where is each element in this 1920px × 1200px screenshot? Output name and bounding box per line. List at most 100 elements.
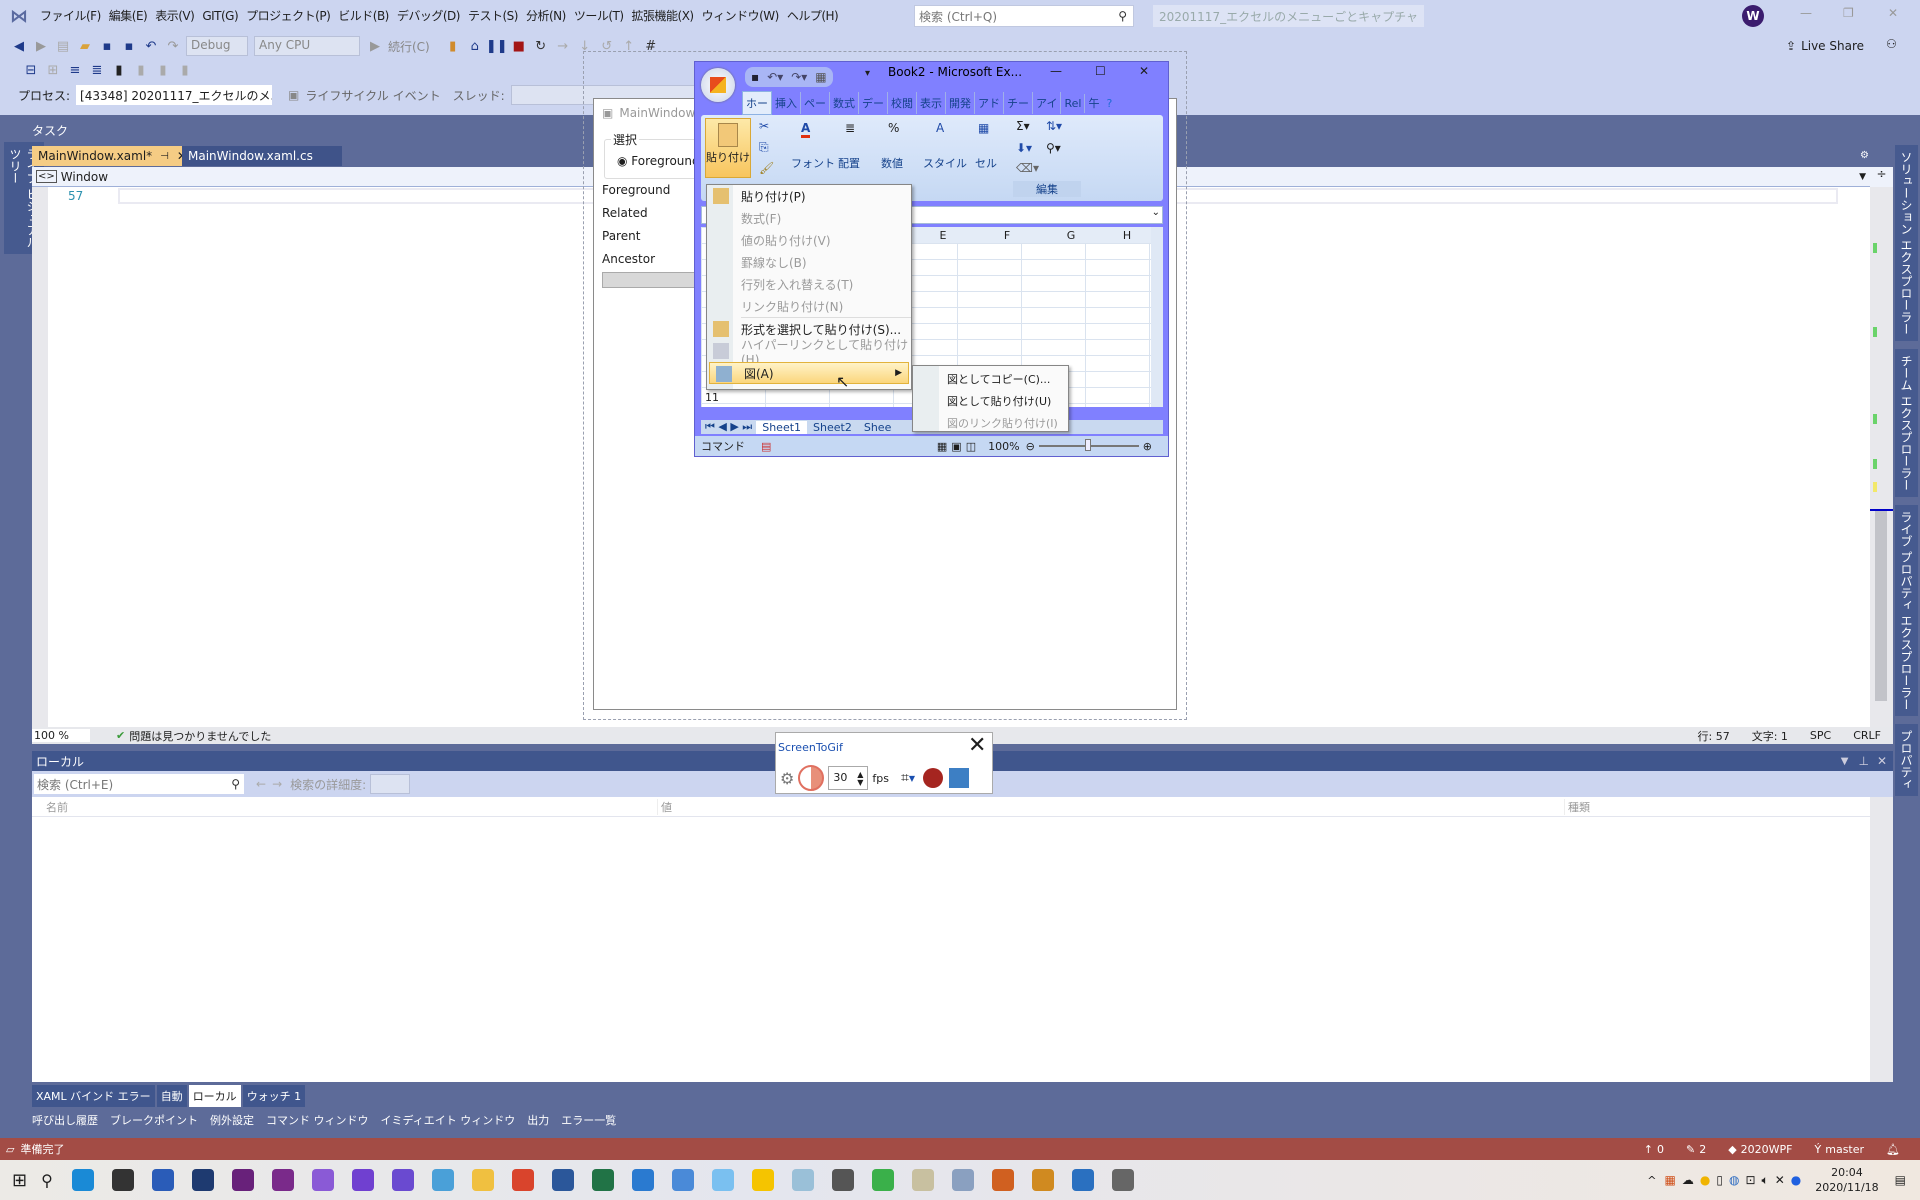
new-project-icon[interactable]: ▤ bbox=[54, 37, 72, 55]
taskbar-app-green-ring-icon[interactable] bbox=[871, 1169, 894, 1191]
step-over-icon[interactable]: → bbox=[554, 37, 572, 55]
ribbon-tab-home[interactable]: ホー bbox=[742, 91, 772, 115]
menu-item-no-borders[interactable]: 罫線なし(B) bbox=[707, 251, 911, 273]
find-select-icon[interactable]: ⚲▾ bbox=[1046, 141, 1061, 155]
tab-watch-1[interactable]: ウォッチ 1 bbox=[242, 1085, 306, 1107]
menu-analyze[interactable]: 分析(N) bbox=[526, 7, 566, 24]
menu-item-transpose[interactable]: 行列を入れ替える(T) bbox=[707, 273, 911, 295]
repo-name[interactable]: 2020WPF bbox=[1741, 1143, 1793, 1156]
calculator-icon[interactable]: ▦ bbox=[815, 70, 826, 84]
taskbar-app-window-icon[interactable] bbox=[711, 1169, 734, 1191]
format-painter-icon[interactable]: 🖌︎ bbox=[759, 161, 774, 175]
chevron-down-icon[interactable]: ▼ bbox=[1859, 172, 1866, 182]
office-button[interactable] bbox=[701, 68, 735, 102]
ribbon-tab-insert[interactable]: 挿入 bbox=[772, 92, 801, 114]
ribbon-tab-acrobat[interactable]: アイ bbox=[1033, 92, 1062, 114]
row-header-11[interactable]: 11 bbox=[705, 391, 719, 404]
notification-center-icon[interactable]: ▤ bbox=[1895, 1173, 1906, 1187]
taskbar-app-chrome-icon[interactable] bbox=[511, 1169, 534, 1191]
taskbar-app-panel-icon[interactable] bbox=[1071, 1169, 1094, 1191]
page-break-icon[interactable]: ◫ bbox=[966, 440, 976, 453]
autosum-icon[interactable]: Σ▾ bbox=[1016, 119, 1030, 133]
save-icon[interactable]: ▪ bbox=[98, 37, 116, 55]
indent-icon[interactable]: ⊞ bbox=[44, 61, 62, 79]
solution-explorer-tab[interactable]: ソリューション エクスプローラー bbox=[1895, 145, 1918, 341]
ribbon-tab-developer[interactable]: 開発 bbox=[946, 92, 975, 114]
output-tab[interactable]: 出力 bbox=[527, 1112, 549, 1128]
ribbon-tab-rel[interactable]: Rel bbox=[1061, 93, 1086, 113]
taskbar-app-control-icon[interactable] bbox=[431, 1169, 454, 1191]
tab-mainwindow-xaml[interactable]: MainWindow.xaml* ⊣ ✕ bbox=[32, 146, 187, 166]
cut-icon[interactable]: ✂ bbox=[759, 119, 769, 133]
menu-extensions[interactable]: 拡張機能(X) bbox=[632, 7, 695, 24]
menu-tools[interactable]: ツール(T) bbox=[574, 7, 624, 24]
close-button[interactable]: ✕ bbox=[1888, 6, 1898, 20]
styles-group-button[interactable]: スタイル bbox=[923, 155, 967, 171]
sheet-tab-3[interactable]: Shee bbox=[858, 421, 898, 434]
search-depth-select[interactable] bbox=[370, 774, 411, 794]
issues-status[interactable]: 問題は見つかりませんでした bbox=[129, 728, 271, 744]
taskbar-app-explorer-icon[interactable] bbox=[471, 1169, 494, 1191]
continue-button[interactable]: 続行(C) bbox=[388, 38, 430, 55]
feedback-icon[interactable]: ⚇ bbox=[1886, 37, 1897, 51]
uncomment-icon[interactable]: ≣ bbox=[88, 61, 106, 79]
locals-search[interactable]: 検索 (Ctrl+E) ⚲ bbox=[34, 774, 244, 794]
excel-maximize-button[interactable]: ☐ bbox=[1095, 64, 1106, 78]
search-icon[interactable]: ⚲ bbox=[41, 1171, 53, 1190]
menu-help[interactable]: ヘルプ(H) bbox=[787, 7, 839, 24]
taskbar-app-search-file-icon[interactable] bbox=[1031, 1169, 1054, 1191]
menu-window[interactable]: ウィンドウ(W) bbox=[702, 7, 780, 24]
ime-icon[interactable]: ✕ bbox=[1775, 1173, 1785, 1187]
taskbar-app-vs-icon[interactable] bbox=[231, 1169, 254, 1191]
tray-yellow-icon[interactable]: ● bbox=[1700, 1173, 1710, 1187]
exception-settings-tab[interactable]: 例外設定 bbox=[210, 1112, 254, 1128]
ribbon-tab-team[interactable]: チー bbox=[1004, 92, 1033, 114]
locals-grid[interactable]: 名前 値 種類 bbox=[32, 797, 1870, 1082]
arrow-left-icon[interactable]: ← bbox=[256, 777, 266, 791]
ribbon-tab-more[interactable]: 午 bbox=[1085, 92, 1102, 114]
ribbon-tab-review[interactable]: 校閲 bbox=[888, 92, 917, 114]
sheet-tab-2[interactable]: Sheet2 bbox=[807, 421, 858, 434]
tab-locals[interactable]: ローカル bbox=[188, 1085, 241, 1107]
menu-item-paste-as-picture[interactable]: 図として貼り付け(U) bbox=[913, 390, 1068, 412]
customize-qat-icon[interactable]: ▾ bbox=[865, 68, 870, 79]
properties-tab[interactable]: プロパティ bbox=[1895, 724, 1918, 797]
zoom-slider[interactable] bbox=[1038, 439, 1139, 451]
call-stack-tab[interactable]: 呼び出し履歴 bbox=[32, 1112, 98, 1128]
breadcrumb[interactable]: Window bbox=[61, 170, 108, 184]
save-all-icon[interactable]: ▪ bbox=[120, 37, 138, 55]
ribbon-tab-formulas[interactable]: 数式 bbox=[830, 92, 859, 114]
chevron-down-icon[interactable]: ▼ bbox=[909, 774, 915, 783]
menu-debug[interactable]: デバッグ(D) bbox=[397, 7, 461, 24]
record-button[interactable] bbox=[922, 768, 943, 788]
onedrive-icon[interactable]: ☁ bbox=[1682, 1173, 1694, 1187]
taskbar-app-notepad-icon[interactable] bbox=[911, 1169, 934, 1191]
redo-icon[interactable]: ↷ bbox=[164, 37, 182, 55]
menu-git[interactable]: GIT(G) bbox=[202, 9, 238, 23]
excel-vertical-scrollbar[interactable] bbox=[1151, 227, 1163, 407]
breakpoints-tab[interactable]: ブレークポイント bbox=[110, 1112, 198, 1128]
team-explorer-tab[interactable]: チーム エクスプローラー bbox=[1895, 348, 1918, 497]
taskbar-app-globe-icon[interactable] bbox=[631, 1169, 654, 1191]
tray-chevron-icon[interactable]: ^ bbox=[1647, 1174, 1656, 1187]
taskbar-app-word-icon[interactable] bbox=[551, 1169, 574, 1191]
sort-filter-icon[interactable]: ⇅▾ bbox=[1046, 119, 1062, 133]
radio-foreground[interactable]: ◉ Foreground bbox=[617, 154, 700, 168]
sheet-tab-1[interactable]: Sheet1 bbox=[756, 420, 808, 434]
sheet-nav-icons[interactable]: ⏮ ◀ ▶ ⏭ bbox=[705, 420, 752, 434]
spinner-icon[interactable]: ▲ ▼ bbox=[857, 771, 863, 787]
taskbar-app-search-doc-icon[interactable] bbox=[671, 1169, 694, 1191]
clipboard-icon[interactable]: ▯ bbox=[1716, 1173, 1723, 1187]
pencil-icon[interactable]: ✎ bbox=[1686, 1143, 1695, 1156]
fill-icon[interactable]: ⬇▾ bbox=[1016, 141, 1032, 155]
repo-icon[interactable]: ◆ bbox=[1728, 1143, 1736, 1156]
find-icon[interactable]: ▮ bbox=[444, 37, 462, 55]
restore-button[interactable]: ❐ bbox=[1843, 6, 1854, 20]
toolbox-icon[interactable]: ⊟ bbox=[22, 61, 40, 79]
taskbar-app-excel-icon[interactable] bbox=[591, 1169, 614, 1191]
redo-icon[interactable]: ↷▾ bbox=[791, 70, 807, 84]
avatar[interactable]: W bbox=[1742, 5, 1764, 27]
screentogif-close-icon[interactable]: ✕ bbox=[968, 733, 986, 758]
line-ending-indicator[interactable]: CRLF bbox=[1853, 729, 1881, 742]
screentogif-window[interactable]: ScreenToGif ✕ ⚙ 30 ▲ ▼ fps ⌗ ▼ bbox=[775, 732, 993, 794]
